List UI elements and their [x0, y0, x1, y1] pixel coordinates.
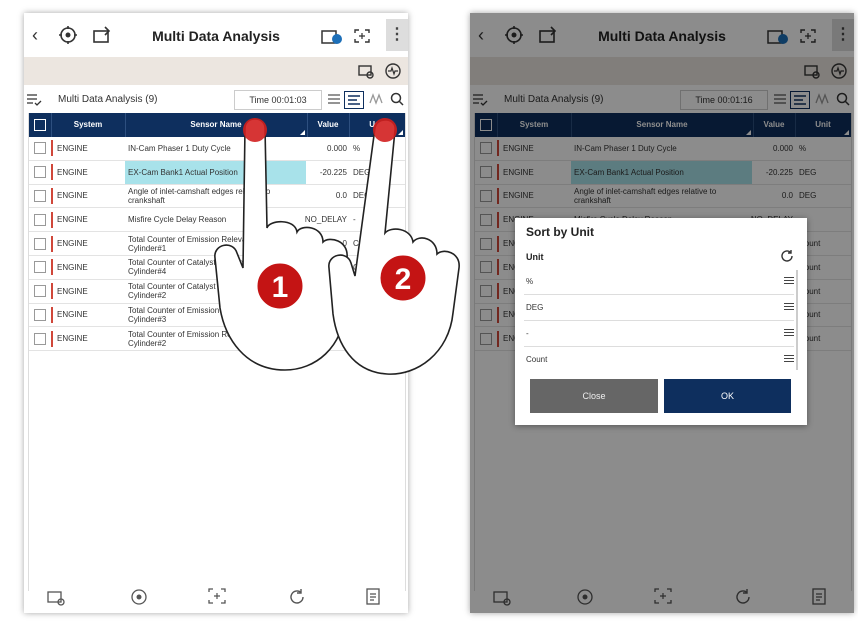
title-bar: ‹ Multi Data Analysis ⋮ [24, 13, 408, 59]
record-icon[interactable] [384, 62, 402, 85]
vehicle-icon[interactable] [357, 62, 375, 85]
row-checkbox[interactable] [34, 208, 46, 231]
system-marker [51, 235, 53, 252]
fullscreen-icon[interactable] [354, 29, 370, 48]
report-nav-icon[interactable] [366, 588, 382, 611]
time-display: Time 00:01:03 [234, 90, 322, 110]
unit-sort-item[interactable]: Count [524, 348, 794, 372]
list-title: Multi Data Analysis (9) [58, 94, 158, 105]
vehicle-nav-icon[interactable] [46, 588, 66, 611]
system-cell: ENGINE [51, 232, 125, 255]
unit-item-label: - [526, 329, 529, 338]
step-two-label: 2 [395, 263, 412, 296]
system-label: ENGINE [57, 334, 88, 344]
step-one-label: 1 [272, 271, 289, 304]
drag-handle-icon[interactable] [784, 303, 794, 312]
dialog-unit-header: Unit [526, 252, 544, 262]
unit-item-label: DEG [526, 303, 544, 312]
system-marker [51, 211, 53, 228]
reset-icon[interactable] [780, 249, 794, 268]
camera-settings-icon[interactable] [321, 27, 343, 50]
tap-gesture-illustration: 1 2 [214, 118, 460, 375]
system-label: ENGINE [57, 286, 88, 296]
unit-sort-item[interactable]: DEG [524, 296, 794, 321]
system-cell: ENGINE [51, 327, 125, 350]
tap-point-2 [373, 118, 397, 142]
list-view-icon[interactable] [327, 93, 341, 108]
system-cell: ENGINE [51, 280, 125, 303]
row-checkbox[interactable] [34, 232, 46, 255]
system-marker [51, 187, 53, 204]
system-label: ENGINE [57, 239, 88, 249]
bottom-nav [24, 583, 408, 613]
system-marker [51, 306, 53, 323]
system-cell: ENGINE [51, 185, 125, 208]
unit-item-label: Count [526, 355, 548, 364]
drag-handle-icon[interactable] [784, 329, 794, 338]
system-marker [51, 330, 53, 347]
page-title: Multi Data Analysis [152, 28, 280, 44]
fullscreen-nav-icon[interactable] [208, 588, 226, 609]
list-select-icon[interactable] [26, 93, 42, 110]
system-cell: ENGINE [51, 304, 125, 327]
right-screen: ‹ Multi Data Analysis ⋮ Multi Data Analy… [470, 13, 854, 613]
system-marker [51, 283, 53, 300]
system-marker [51, 259, 53, 276]
drag-handle-icon[interactable] [784, 355, 794, 364]
system-label: ENGINE [57, 310, 88, 320]
unit-sort-item[interactable]: % [524, 270, 794, 295]
row-checkbox[interactable] [34, 185, 46, 208]
system-label: ENGINE [57, 262, 88, 272]
row-checkbox[interactable] [34, 137, 46, 160]
system-cell: ENGINE [51, 256, 125, 279]
system-label: ENGINE [57, 215, 88, 225]
row-checkbox[interactable] [34, 256, 46, 279]
system-cell: ENGINE [51, 208, 125, 231]
row-checkbox[interactable] [34, 327, 46, 350]
drag-handle-icon[interactable] [784, 277, 794, 286]
dialog-scrollbar[interactable] [796, 270, 798, 370]
text-view-icon[interactable] [344, 91, 364, 109]
ok-button[interactable]: OK [664, 379, 791, 413]
system-cell: ENGINE [51, 161, 125, 184]
row-checkbox[interactable] [34, 161, 46, 184]
refresh-nav-icon[interactable] [288, 588, 306, 611]
column-header-system[interactable]: System [51, 113, 126, 137]
system-label: ENGINE [57, 167, 88, 177]
row-checkbox[interactable] [34, 304, 46, 327]
system-label: ENGINE [57, 191, 88, 201]
kebab-menu-icon[interactable]: ⋮ [386, 19, 408, 51]
graph-view-icon[interactable] [369, 93, 385, 108]
unit-sort-item[interactable]: - [524, 322, 794, 347]
secondary-toolbar [24, 57, 408, 85]
tap-point-1 [243, 118, 267, 142]
system-marker [51, 164, 53, 181]
system-marker [51, 140, 53, 157]
dialog-title: Sort by Unit [526, 225, 594, 239]
record-nav-icon[interactable] [130, 588, 148, 611]
row-checkbox[interactable] [34, 280, 46, 303]
close-button[interactable]: Close [530, 379, 658, 413]
unit-item-label: % [526, 277, 534, 286]
system-label: ENGINE [57, 143, 88, 153]
select-all-checkbox[interactable] [29, 113, 52, 137]
search-icon[interactable] [390, 92, 404, 109]
sort-by-unit-dialog: Sort by Unit Unit % DEG - Count Close OK [515, 218, 807, 425]
system-cell: ENGINE [51, 137, 125, 160]
